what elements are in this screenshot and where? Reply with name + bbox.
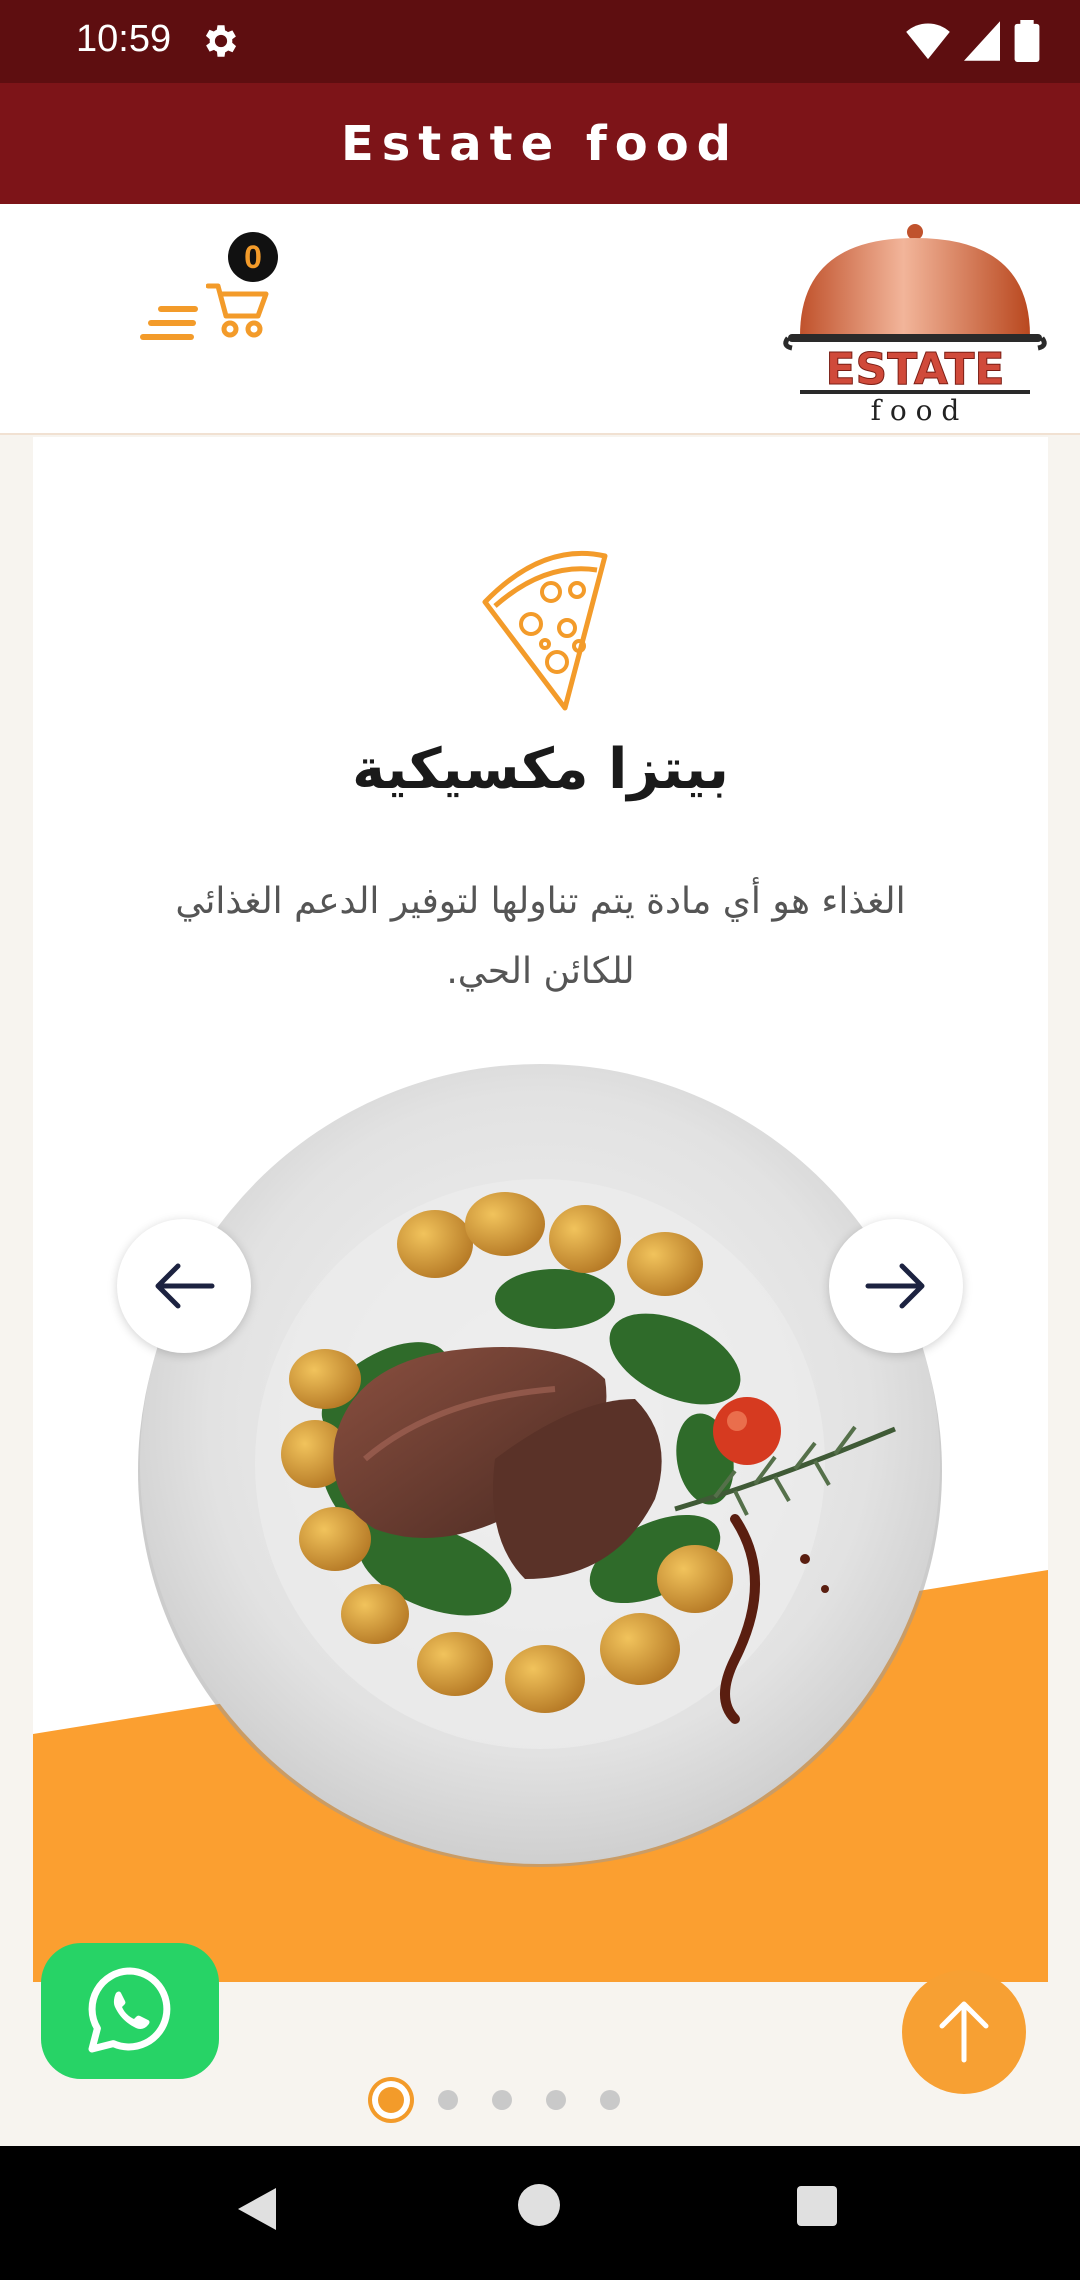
status-bar: 10:59 [0, 0, 1080, 83]
pagination-dot[interactable] [492, 2090, 512, 2110]
status-time: 10:59 [76, 18, 172, 60]
pagination-dot[interactable] [438, 2090, 458, 2110]
battery-icon [1014, 20, 1040, 62]
pagination-dot-active[interactable] [378, 2087, 404, 2113]
food-plate-image [138, 1064, 942, 1867]
slide-description: الغذاء هو أي مادة يتم تناولها لتوفير الد… [175, 881, 906, 992]
hero-slider[interactable]: بيتزا مكسيكية الغذاء هو أي مادة يتم تناو… [33, 437, 1048, 1982]
pizza-slice-icon [482, 550, 608, 711]
arrow-right-icon [865, 1263, 925, 1309]
cellular-signal-icon [964, 21, 1000, 61]
pagination-dot[interactable] [600, 2090, 620, 2110]
back-icon[interactable] [236, 2186, 278, 2232]
slide-title: بيتزا مكسيكية [352, 737, 729, 802]
next-slide-button[interactable] [829, 1219, 963, 1353]
cart-icon[interactable] [206, 280, 270, 340]
cart-count-badge: 0 [228, 232, 278, 282]
whatsapp-icon [88, 1967, 171, 2053]
settings-gear-icon [205, 25, 237, 57]
menu-icon[interactable] [140, 300, 200, 348]
logo-subtitle: f o o d [871, 394, 960, 424]
wifi-icon [906, 23, 950, 60]
arrow-up-icon [939, 2001, 989, 2063]
slider-pagination [378, 2079, 620, 2121]
scroll-to-top-button[interactable] [902, 1970, 1026, 2094]
whatsapp-button[interactable] [41, 1943, 219, 2079]
site-header: 0 ESTATE f o o d [0, 204, 1080, 435]
arrow-left-icon [155, 1263, 215, 1309]
recents-icon[interactable] [797, 2186, 837, 2226]
app-title: Estate food [340, 115, 740, 172]
pagination-dot[interactable] [546, 2090, 566, 2110]
estate-food-logo[interactable]: ESTATE f o o d [780, 216, 1050, 424]
app-title-bar: Estate food [0, 83, 1080, 204]
system-navigation-bar [0, 2146, 1080, 2280]
logo-wordmark: ESTATE [825, 344, 1004, 395]
home-icon[interactable] [518, 2184, 560, 2226]
previous-slide-button[interactable] [117, 1219, 251, 1353]
